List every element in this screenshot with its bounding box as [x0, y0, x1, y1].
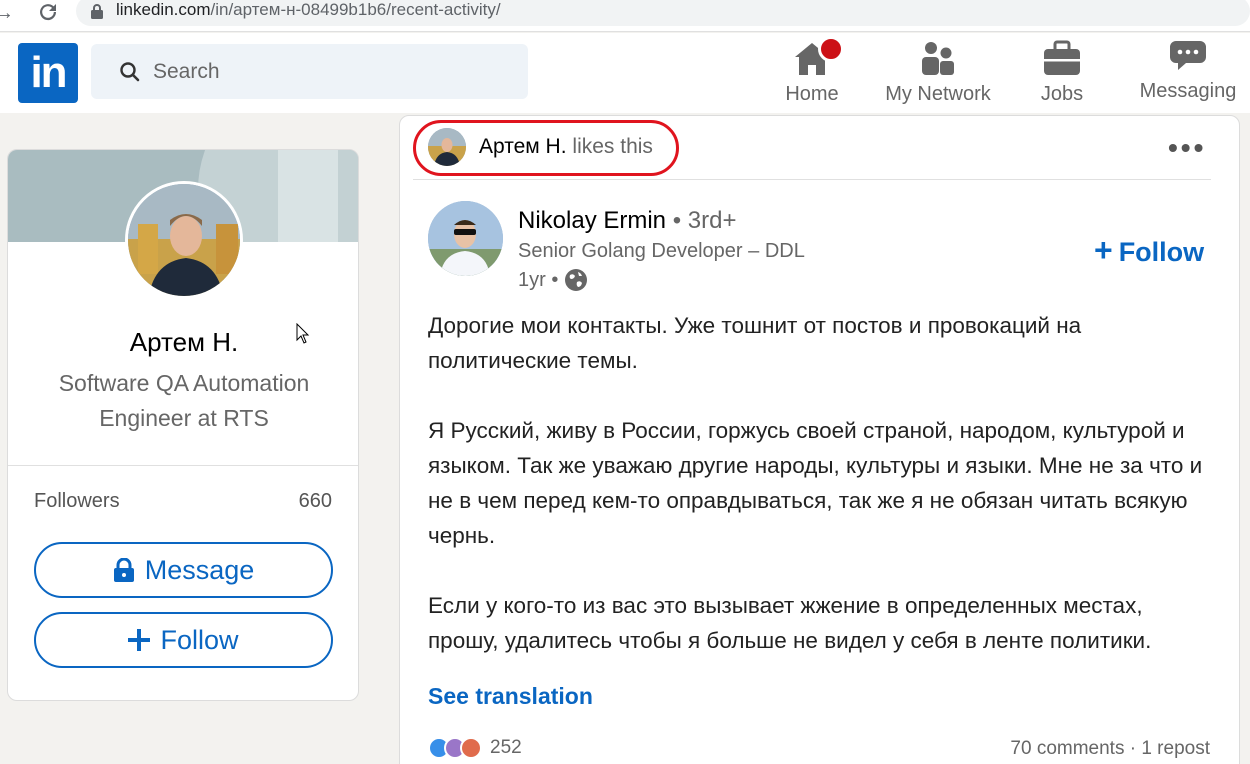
reload-icon[interactable]	[36, 0, 60, 24]
post-follow-button[interactable]: + Follow	[1094, 232, 1204, 269]
mouse-cursor-icon	[296, 323, 310, 344]
nav-home[interactable]: Home	[772, 33, 852, 113]
network-icon	[922, 42, 954, 75]
post-paragraph: Дорогие мои контакты. Уже тошнит от пост…	[428, 313, 1082, 373]
post-follow-label: Follow	[1118, 237, 1205, 267]
nav-messaging-label: Messaging	[1139, 80, 1237, 102]
search-icon	[120, 62, 140, 82]
lock-icon	[113, 558, 134, 582]
plus-icon	[128, 629, 151, 651]
post-stats[interactable]: 70 comments · 1 repost	[1010, 738, 1210, 760]
browser-toolbar: → linkedin.com/in/артем-н-08499b1b6/rece…	[0, 0, 1250, 32]
briefcase-icon	[1044, 40, 1080, 75]
globe-icon	[565, 269, 588, 291]
more-options-button[interactable]: •••	[1168, 134, 1208, 162]
post-paragraph: Я Русский, живу в России, горжусь своей …	[428, 418, 1203, 548]
nav-my-network-label: My Network	[885, 83, 991, 105]
reactions-summary[interactable]: 252	[428, 735, 522, 761]
nav-home-label: Home	[785, 83, 839, 105]
post-paragraph: Если у кого-то из вас это вызывает жжени…	[428, 593, 1152, 653]
nav-messaging[interactable]: Messaging	[1128, 33, 1248, 113]
author-line: Nikolay Ermin • 3rd+	[518, 207, 736, 235]
url-text: linkedin.com/in/артем-н-08499b1b6/recent…	[116, 0, 501, 20]
forward-arrow-icon[interactable]: →	[0, 2, 14, 25]
author-degree: • 3rd+	[672, 207, 737, 234]
url-domain: linkedin.com	[116, 0, 211, 19]
post-time-text: 1yr •	[518, 268, 559, 291]
author-title: Senior Golang Developer – DDL	[518, 240, 805, 262]
profile-headline: Software QA Automation Engineer at RTS	[58, 370, 310, 431]
nav-jobs[interactable]: Jobs	[1022, 33, 1102, 113]
author-name[interactable]: Nikolay Ermin	[518, 207, 666, 234]
highlight-annotation	[413, 120, 679, 176]
post-time: 1yr •	[518, 268, 588, 292]
profile-avatar[interactable]	[125, 181, 243, 299]
followers-label: Followers	[34, 490, 120, 512]
see-translation-link[interactable]: See translation	[428, 683, 593, 710]
linkedin-logo[interactable]: in	[18, 43, 78, 103]
lock-icon	[91, 4, 103, 19]
followers-count: 660	[298, 490, 332, 512]
author-avatar[interactable]	[428, 201, 503, 276]
nav-my-network[interactable]: My Network	[878, 33, 998, 113]
notification-badge	[818, 36, 844, 62]
love-reaction-icon	[460, 737, 482, 759]
follow-button-label: Follow	[160, 624, 239, 655]
post-divider	[413, 179, 1211, 180]
post-text: Дорогие мои контакты. Уже тошнит от пост…	[428, 308, 1218, 693]
messaging-icon	[1170, 41, 1206, 70]
search-input[interactable]: Search	[91, 44, 528, 99]
nav-jobs-label: Jobs	[1040, 83, 1084, 105]
linkedin-header: in Search Home My Network Jobs Messaging	[0, 33, 1250, 113]
message-button[interactable]: Message	[34, 542, 333, 598]
profile-card: Артем Н. Software QA Automation Engineer…	[7, 149, 359, 701]
follow-button[interactable]: Follow	[34, 612, 333, 668]
message-button-label: Message	[144, 554, 255, 585]
reaction-count: 252	[490, 737, 522, 758]
url-path: /in/артем-н-08499b1b6/recent-activity/	[210, 0, 501, 19]
divider	[8, 465, 358, 466]
plus-icon: +	[1094, 232, 1113, 268]
search-placeholder: Search	[153, 60, 220, 83]
